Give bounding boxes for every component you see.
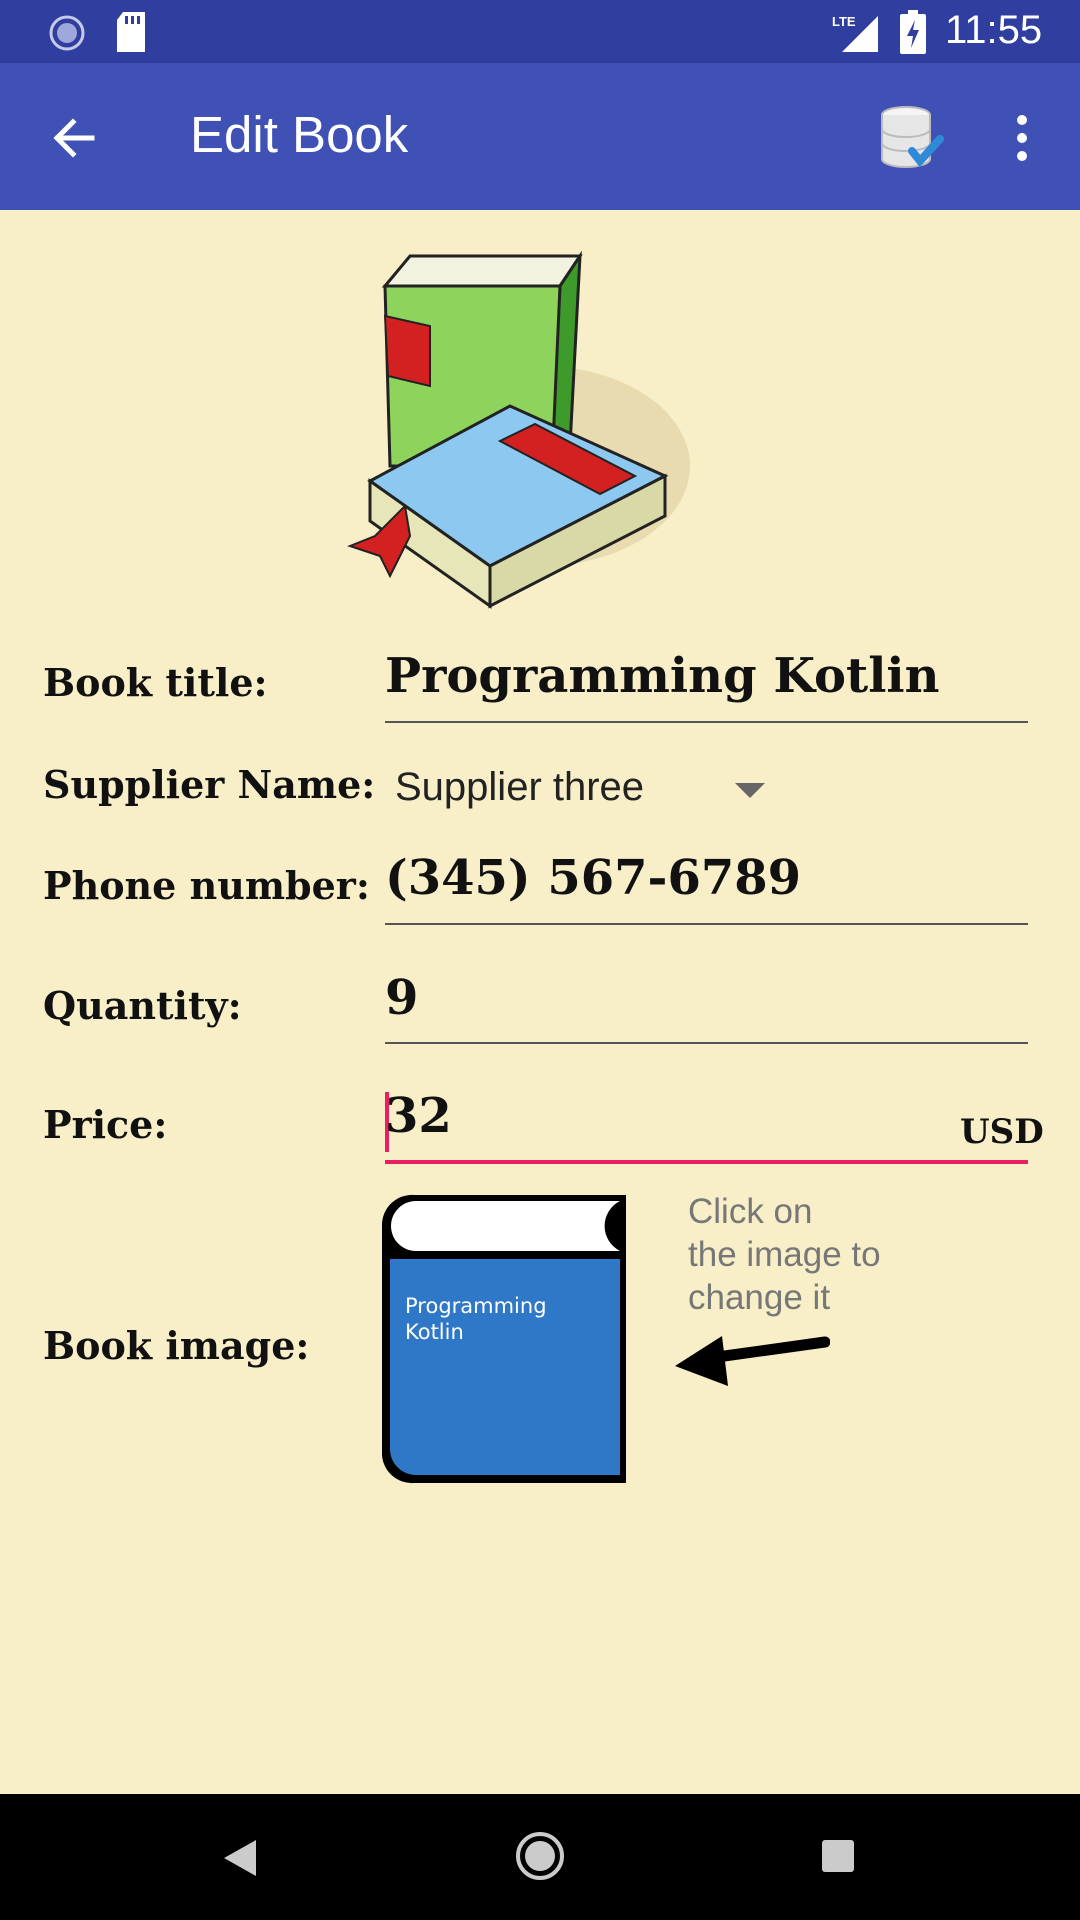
change-image-hint: Click on the image to change it (688, 1192, 881, 1317)
price-underline (385, 1160, 1028, 1164)
phone-number-underline (385, 923, 1028, 925)
status-bar: LTE 11:55 (0, 0, 1080, 63)
edit-book-form: Book title: Programming Kotlin Supplier … (0, 210, 1080, 1794)
battery-charging-icon (900, 10, 926, 54)
book-image-button[interactable]: Programming Kotlin (374, 1185, 630, 1485)
book-title-underline (385, 721, 1028, 723)
svg-text:LTE: LTE (832, 14, 856, 29)
price-label: Price: (43, 1102, 168, 1147)
app-bar: Edit Book (0, 63, 1080, 210)
nav-back-icon[interactable] (222, 1838, 258, 1878)
book-cover-text: Programming Kotlin (405, 1294, 547, 1344)
supplier-spinner[interactable]: Supplier three (385, 755, 775, 825)
currency-label: USD (960, 1112, 1044, 1152)
lte-signal-icon: LTE (832, 14, 878, 52)
supplier-name-label: Supplier Name: (43, 762, 376, 807)
book-title-label: Book title: (43, 660, 268, 705)
sd-card-icon (117, 12, 145, 52)
quantity-underline (385, 1042, 1028, 1044)
navigation-bar (0, 1794, 1080, 1920)
quantity-label: Quantity: (43, 983, 242, 1028)
database-check-icon[interactable] (880, 105, 944, 171)
arrow-left-icon (675, 1336, 830, 1386)
price-input[interactable]: 32 (385, 1088, 452, 1144)
dropdown-arrow-icon (735, 783, 765, 798)
back-arrow-icon[interactable] (48, 113, 98, 163)
supplier-spinner-value: Supplier three (395, 765, 645, 809)
nav-recents-icon[interactable] (820, 1838, 856, 1874)
nav-home-icon[interactable] (515, 1831, 565, 1881)
status-time: 11:55 (945, 8, 1043, 52)
book-title-input[interactable]: Programming Kotlin (385, 648, 940, 704)
page-title: Edit Book (190, 106, 409, 163)
phone-number-input[interactable]: (345) 567-6789 (385, 850, 801, 906)
clock-icon (49, 15, 85, 51)
book-image-label: Book image: (43, 1323, 310, 1368)
overflow-menu-icon[interactable] (1014, 113, 1030, 163)
phone-number-label: Phone number: (43, 863, 370, 908)
quantity-input[interactable]: 9 (385, 970, 418, 1026)
books-illustration-icon (347, 250, 690, 609)
